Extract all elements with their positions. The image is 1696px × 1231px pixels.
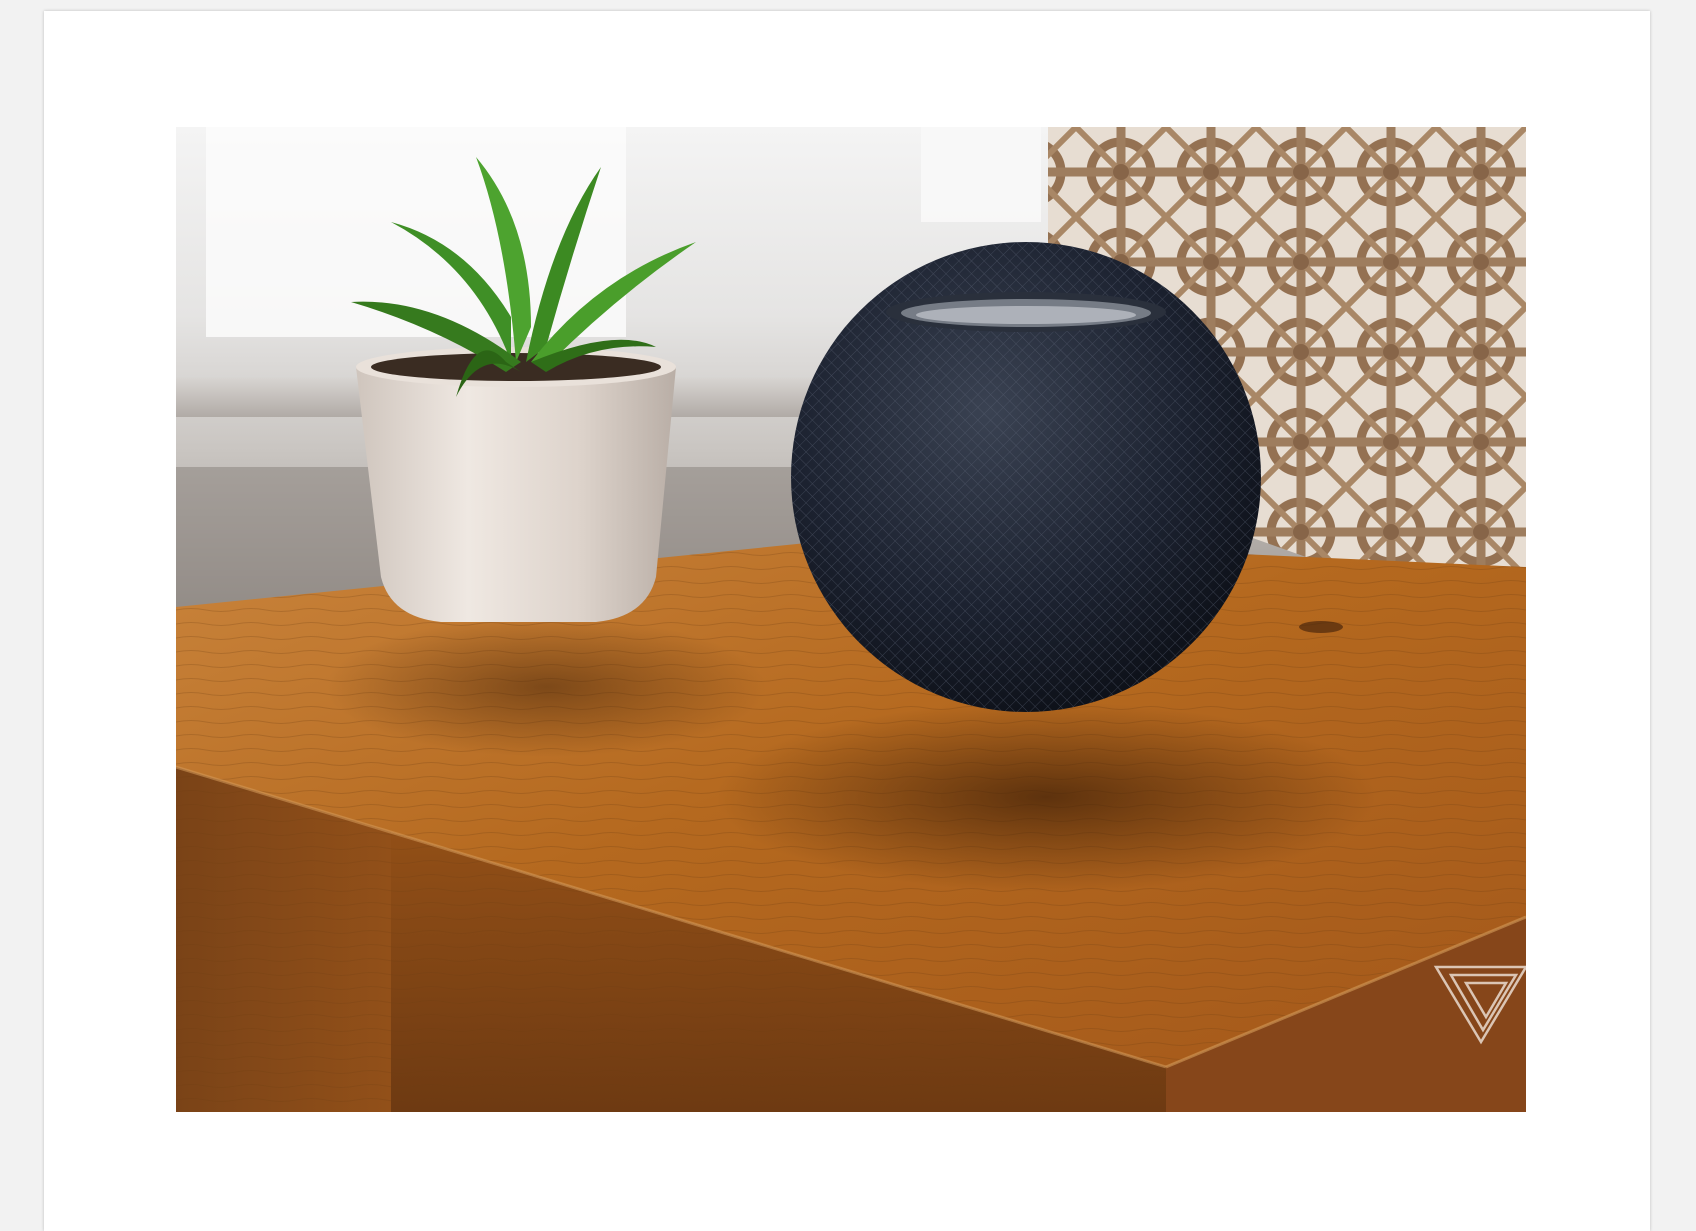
page-card bbox=[44, 11, 1650, 1231]
product-photo bbox=[176, 127, 1526, 1112]
photo-scene bbox=[176, 127, 1526, 1112]
speaker-icon bbox=[791, 242, 1261, 712]
